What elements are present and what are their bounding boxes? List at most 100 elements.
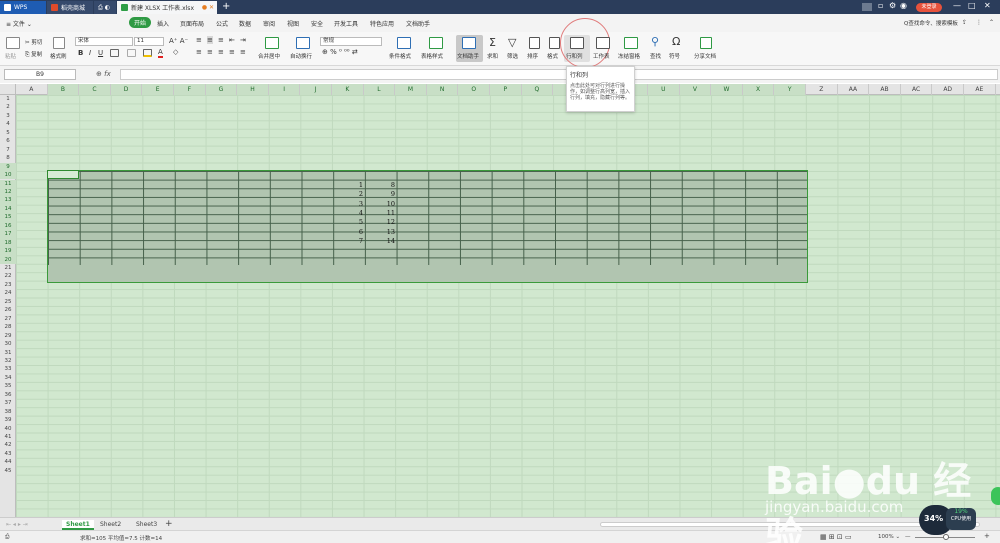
column-header-k[interactable]: K xyxy=(332,84,364,95)
row-header-27[interactable]: 27 xyxy=(0,315,16,323)
symbol-icon[interactable]: Ω xyxy=(672,35,680,48)
file-menu[interactable]: ≡ 文件 ⌄ xyxy=(6,19,32,28)
sheet-tab-2[interactable]: Sheet2 xyxy=(100,520,121,530)
symbol-button[interactable]: 符号 xyxy=(669,52,680,60)
add-sheet-button[interactable]: + xyxy=(165,520,173,530)
currency-percent-icons[interactable]: ⊕ % ⁰ ⁰⁰ ⇄ xyxy=(322,48,358,56)
minimize-button[interactable]: — xyxy=(953,1,961,10)
row-header-4[interactable]: 4 xyxy=(0,120,16,128)
cell-l15[interactable]: 13 xyxy=(377,228,395,236)
align-left-icon[interactable]: ≡ xyxy=(196,48,202,56)
cell-k11[interactable]: 2 xyxy=(345,190,363,198)
align-bottom-icon[interactable]: ≡ xyxy=(218,36,224,44)
floating-assistant-icon[interactable] xyxy=(991,487,1000,505)
format-painter-button[interactable]: 格式刷 xyxy=(50,52,67,60)
copy-button[interactable]: ⎘ 复制 xyxy=(25,50,42,59)
maximize-button[interactable]: □ xyxy=(968,1,976,10)
sum-button[interactable]: 求和 xyxy=(487,52,498,60)
menu-developer[interactable]: 开发工具 xyxy=(334,19,358,28)
cell-l16[interactable]: 14 xyxy=(377,237,395,245)
merge-icon[interactable] xyxy=(265,37,279,49)
row-header-29[interactable]: 29 xyxy=(0,332,16,340)
row-header-35[interactable]: 35 xyxy=(0,382,16,390)
row-header-39[interactable]: 39 xyxy=(0,416,16,424)
collapse-ribbon-icon[interactable]: ⌃ xyxy=(989,19,994,26)
row-header-21[interactable]: 21 xyxy=(0,264,16,272)
row-header-3[interactable]: 3 xyxy=(0,112,16,120)
row-header-17[interactable]: 17 xyxy=(0,230,16,239)
paste-button[interactable]: 粘贴 xyxy=(5,52,16,60)
login-button[interactable]: 未登录 xyxy=(916,3,942,12)
format-icon[interactable] xyxy=(549,37,560,49)
wrap-text-button[interactable]: 自动换行 xyxy=(290,52,312,60)
row-header-30[interactable]: 30 xyxy=(0,340,16,348)
sort-icon[interactable] xyxy=(529,37,540,49)
row-header-16[interactable]: 16 xyxy=(0,221,16,231)
menu-data[interactable]: 数据 xyxy=(239,19,251,28)
sheet-tab-1[interactable]: Sheet1 xyxy=(62,520,94,530)
row-header-12[interactable]: 12 xyxy=(0,187,16,197)
row-header-36[interactable]: 36 xyxy=(0,391,16,399)
column-header-c[interactable]: C xyxy=(79,84,111,95)
row-header-38[interactable]: 38 xyxy=(0,408,16,416)
column-header-ab[interactable]: AB xyxy=(869,84,901,95)
paste-icon[interactable] xyxy=(6,37,20,49)
column-header-q[interactable]: Q xyxy=(521,84,554,95)
row-header-18[interactable]: 18 xyxy=(0,238,16,248)
filter-button[interactable]: 筛选 xyxy=(507,52,518,60)
merged-rows-19-20[interactable] xyxy=(48,265,807,282)
row-header-44[interactable]: 44 xyxy=(0,458,16,466)
row-header-45[interactable]: 45 xyxy=(0,467,16,475)
table-style-icon[interactable] xyxy=(429,37,443,49)
magnifier-icon[interactable]: ⊕ xyxy=(96,70,102,78)
column-header-a[interactable]: A xyxy=(16,84,48,95)
row-header-33[interactable]: 33 xyxy=(0,365,16,373)
worksheet-button[interactable]: 工作表 xyxy=(593,52,610,60)
column-header-o[interactable]: O xyxy=(458,84,490,95)
format-button[interactable]: 格式 xyxy=(547,52,558,60)
close-tab-icon[interactable]: ● ✕ xyxy=(202,4,214,11)
distribute-icon[interactable]: ≡ xyxy=(240,48,246,56)
table-style-button[interactable]: 表格样式 xyxy=(421,52,443,60)
sort-button[interactable]: 排序 xyxy=(527,52,538,60)
doc-helper-icon[interactable] xyxy=(462,37,476,49)
column-header-l[interactable]: L xyxy=(363,84,396,95)
row-header-7[interactable]: 7 xyxy=(0,146,16,154)
column-header-w[interactable]: W xyxy=(711,84,743,95)
menu-insert[interactable]: 插入 xyxy=(157,19,169,28)
column-header-j[interactable]: J xyxy=(300,84,332,95)
zoom-fx-icon[interactable]: ⊕ fx xyxy=(96,70,111,78)
wrap-icon[interactable] xyxy=(296,37,310,49)
column-header-d[interactable]: D xyxy=(110,84,143,95)
sheet-nav-arrows[interactable]: ⇤ ◂ ▸ ⇥ xyxy=(6,520,28,530)
column-header-f[interactable]: F xyxy=(174,84,206,95)
row-header-41[interactable]: 41 xyxy=(0,433,16,441)
font-color-icon[interactable]: A xyxy=(158,48,163,58)
macro-icon[interactable]: ⎙ xyxy=(5,534,9,541)
share-doc-icon[interactable] xyxy=(700,37,712,49)
column-header-v[interactable]: V xyxy=(679,84,712,95)
clear-icon[interactable]: ◇ xyxy=(173,48,178,56)
select-all-corner[interactable] xyxy=(0,84,16,95)
share-icon[interactable]: ⇪ xyxy=(962,19,967,26)
column-header-b[interactable]: B xyxy=(47,84,80,95)
conditional-format-icon[interactable] xyxy=(397,37,411,49)
font-size-select[interactable]: 11 xyxy=(134,37,164,46)
italic-button[interactable]: I xyxy=(89,49,91,57)
align-middle-icon[interactable]: ≡ xyxy=(207,36,213,44)
menu-doc-helper[interactable]: 文档助手 xyxy=(406,19,430,28)
window-layout-icon[interactable] xyxy=(862,3,872,11)
menu-review[interactable]: 审阅 xyxy=(263,19,275,28)
column-header-e[interactable]: E xyxy=(142,84,174,95)
worksheet-icon[interactable] xyxy=(596,37,610,49)
conditional-format-button[interactable]: 条件格式 xyxy=(389,52,411,60)
cell-l10[interactable]: 8 xyxy=(377,181,395,189)
row-header-20[interactable]: 20 xyxy=(0,255,16,264)
column-header-x[interactable]: X xyxy=(742,84,775,95)
column-header-u[interactable]: U xyxy=(648,84,680,95)
cell-l11[interactable]: 9 xyxy=(377,190,395,198)
command-search[interactable]: Q查找命令、搜索模板 xyxy=(904,19,958,27)
find-button[interactable]: 查找 xyxy=(650,52,661,60)
skin-icon[interactable]: ▫ xyxy=(878,1,883,10)
font-name-select[interactable]: 宋体 xyxy=(75,37,133,46)
